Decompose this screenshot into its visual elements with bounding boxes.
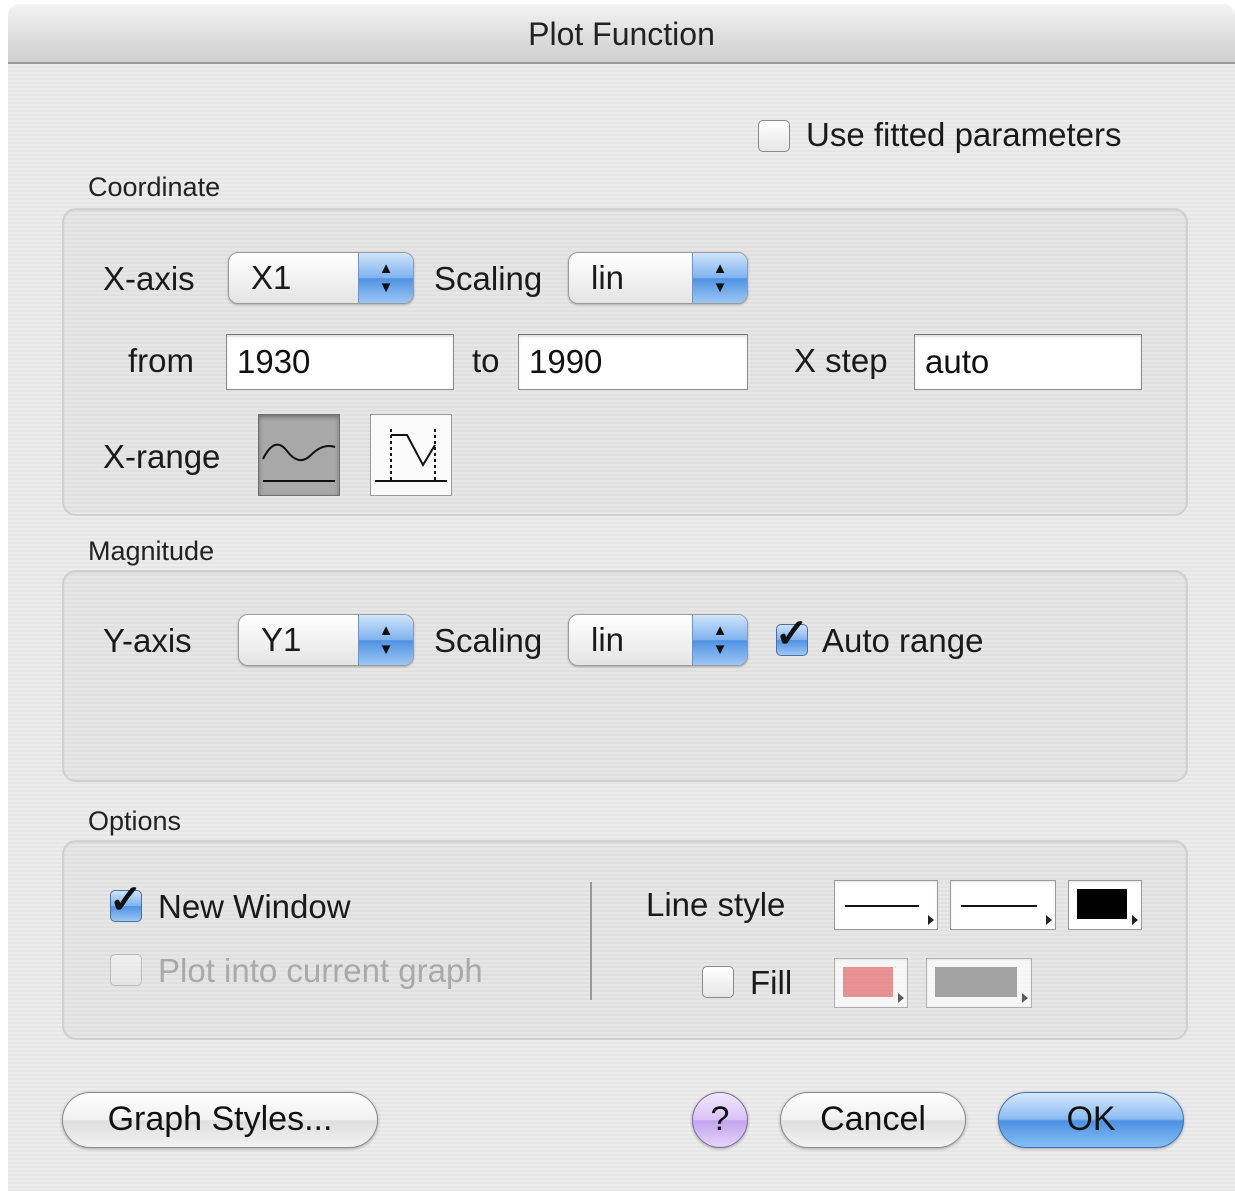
fill-checkbox[interactable] xyxy=(702,966,734,998)
new-window-checkbox[interactable]: ✓ xyxy=(109,878,143,922)
auto-range-label: Auto range xyxy=(822,622,984,659)
options-divider xyxy=(590,882,592,1000)
line-color-fill xyxy=(1077,889,1127,919)
x-scaling-label: Scaling xyxy=(434,260,543,297)
ok-button[interactable]: OK xyxy=(998,1092,1184,1148)
fill-label: Fill xyxy=(750,964,793,1001)
graph-styles-button[interactable]: Graph Styles... xyxy=(62,1092,378,1148)
popup-arrows-icon: ▲ ▼ xyxy=(692,253,747,303)
from-field[interactable] xyxy=(226,334,454,390)
new-window-label: New Window xyxy=(158,888,351,925)
dropdown-triangle-icon xyxy=(898,993,904,1003)
plot-into-current-graph-label: Plot into current graph xyxy=(158,952,483,989)
x-axis-popup[interactable]: X1 ▲ ▼ xyxy=(228,252,414,304)
y-axis-popup[interactable]: Y1 ▲ ▼ xyxy=(238,614,414,666)
auto-range-checkbox[interactable]: ✓ xyxy=(775,612,809,656)
dropdown-triangle-icon xyxy=(1132,915,1138,925)
y-axis-label: Y-axis xyxy=(103,622,192,659)
use-fitted-parameters-checkbox[interactable] xyxy=(758,120,790,152)
line-style-swatch-2[interactable] xyxy=(950,880,1056,930)
auto-x-range-icon[interactable] xyxy=(258,414,340,496)
magnitude-group xyxy=(62,570,1188,782)
y-axis-value: Y1 xyxy=(261,621,302,658)
x-axis-value: X1 xyxy=(251,259,292,296)
cancel-button[interactable]: Cancel xyxy=(780,1092,966,1148)
y-scaling-label: Scaling xyxy=(434,622,543,659)
x-scaling-value: lin xyxy=(591,259,625,296)
y-scaling-popup[interactable]: lin ▲ ▼ xyxy=(568,614,748,666)
to-label: to xyxy=(472,342,500,379)
popup-arrows-icon: ▲ ▼ xyxy=(358,615,413,665)
options-section-label: Options xyxy=(88,806,182,836)
fill-color-swatch-1[interactable] xyxy=(834,958,908,1008)
coordinate-section-label: Coordinate xyxy=(88,172,221,202)
x-axis-label: X-axis xyxy=(103,260,195,297)
fill-color-2 xyxy=(935,967,1017,997)
checkmark-icon: ✓ xyxy=(775,612,809,656)
fill-color-swatch-2[interactable] xyxy=(926,958,1032,1008)
manual-x-range-icon[interactable] xyxy=(370,414,452,496)
line-sample xyxy=(845,905,919,907)
dropdown-triangle-icon xyxy=(928,915,934,925)
x-step-field[interactable] xyxy=(914,334,1142,390)
dropdown-triangle-icon xyxy=(1046,915,1052,925)
x-step-label: X step xyxy=(794,342,888,379)
from-label: from xyxy=(128,342,194,379)
options-group xyxy=(62,840,1188,1040)
dialog-title: Plot Function xyxy=(528,16,715,52)
plot-into-current-graph-checkbox[interactable] xyxy=(110,954,142,986)
line-sample xyxy=(961,905,1037,907)
magnitude-section-label: Magnitude xyxy=(88,536,215,566)
title-bar[interactable]: Plot Function xyxy=(8,4,1235,64)
x-range-label: X-range xyxy=(103,438,221,475)
checkmark-icon: ✓ xyxy=(109,878,143,922)
plot-function-dialog: Plot Function Use fitted parameters Coor… xyxy=(8,4,1235,1191)
fill-color-1 xyxy=(843,967,893,997)
line-color-swatch[interactable] xyxy=(1068,880,1142,930)
to-field[interactable] xyxy=(518,334,748,390)
x-scaling-popup[interactable]: lin ▲ ▼ xyxy=(568,252,748,304)
dropdown-triangle-icon xyxy=(1022,993,1028,1003)
use-fitted-parameters-label: Use fitted parameters xyxy=(806,116,1122,153)
popup-arrows-icon: ▲ ▼ xyxy=(358,253,413,303)
help-button[interactable]: ? xyxy=(692,1092,748,1148)
popup-arrows-icon: ▲ ▼ xyxy=(692,615,747,665)
line-style-swatch-1[interactable] xyxy=(834,880,938,930)
y-scaling-value: lin xyxy=(591,621,625,658)
line-style-label: Line style xyxy=(646,886,786,923)
